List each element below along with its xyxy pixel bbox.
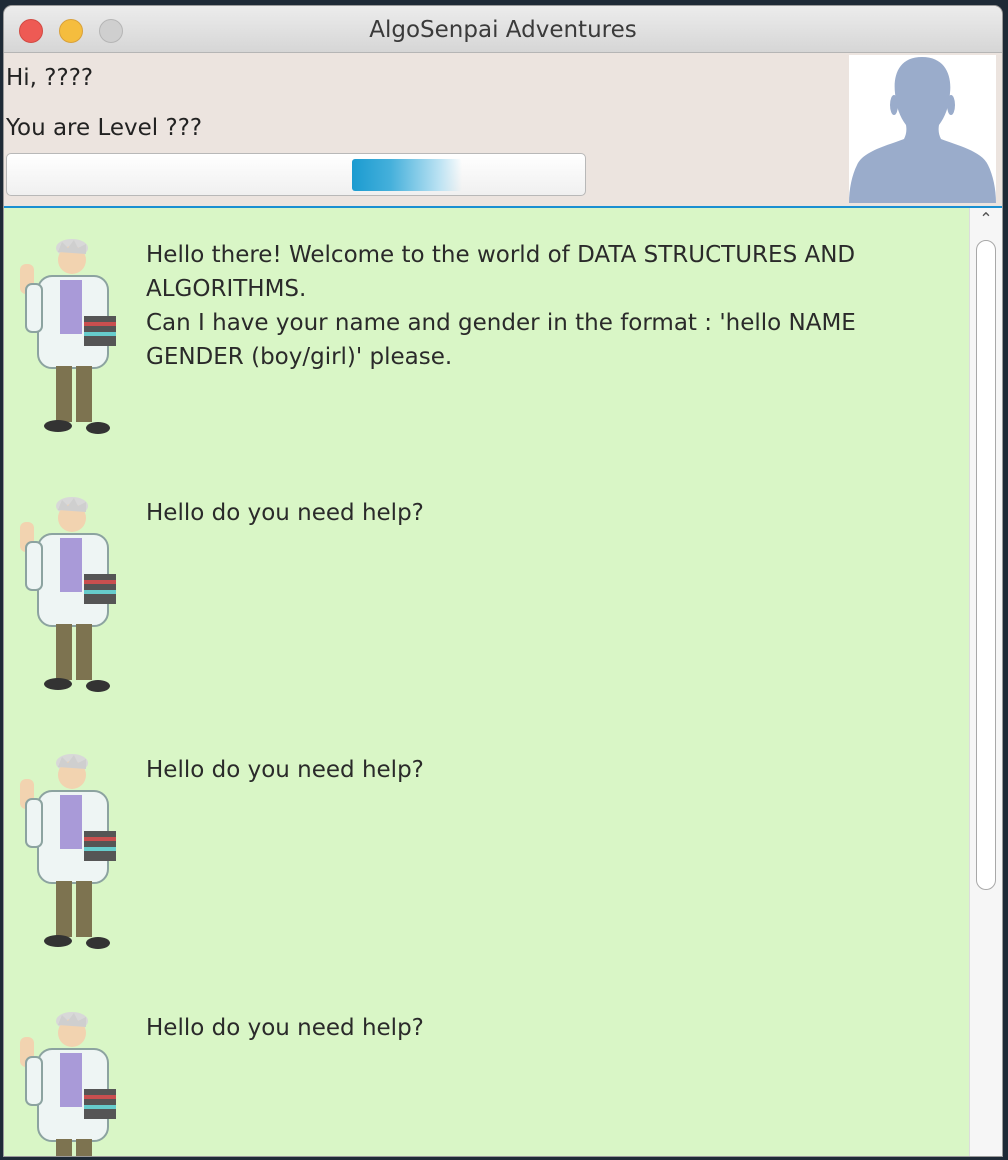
bot-message-text: Hello there! Welcome to the world of DAT… <box>146 242 856 370</box>
bot-message-text: Hello do you need help? <box>146 1015 424 1041</box>
professor-icon <box>14 494 124 694</box>
progress-bar-fill <box>352 159 462 191</box>
title-bar[interactable]: AlgoSenpai Adventures <box>4 6 1002 53</box>
vertical-scrollbar[interactable]: ⌃ <box>969 208 1002 1156</box>
bot-message-text: Hello do you need help? <box>146 500 424 526</box>
user-silhouette-icon <box>849 55 996 203</box>
scroll-thumb[interactable] <box>976 240 996 890</box>
professor-icon <box>14 751 124 951</box>
app-window: AlgoSenpai Adventures Hi, ???? You are L… <box>4 6 1002 1156</box>
bot-message-text: Hello do you need help? <box>146 757 424 783</box>
player-header: Hi, ???? You are Level ??? <box>4 53 1002 206</box>
window-title: AlgoSenpai Adventures <box>369 17 637 43</box>
chevron-up-icon[interactable]: ⌃ <box>977 211 995 227</box>
level-label: You are Level ??? <box>6 115 203 141</box>
professor-icon <box>14 1009 124 1156</box>
greeting-label: Hi, ???? <box>6 65 94 91</box>
level-progress-bar <box>6 153 586 196</box>
professor-icon <box>14 236 124 436</box>
dialog-container[interactable]: Hello there! Welcome to the world of DAT… <box>4 206 1002 1156</box>
